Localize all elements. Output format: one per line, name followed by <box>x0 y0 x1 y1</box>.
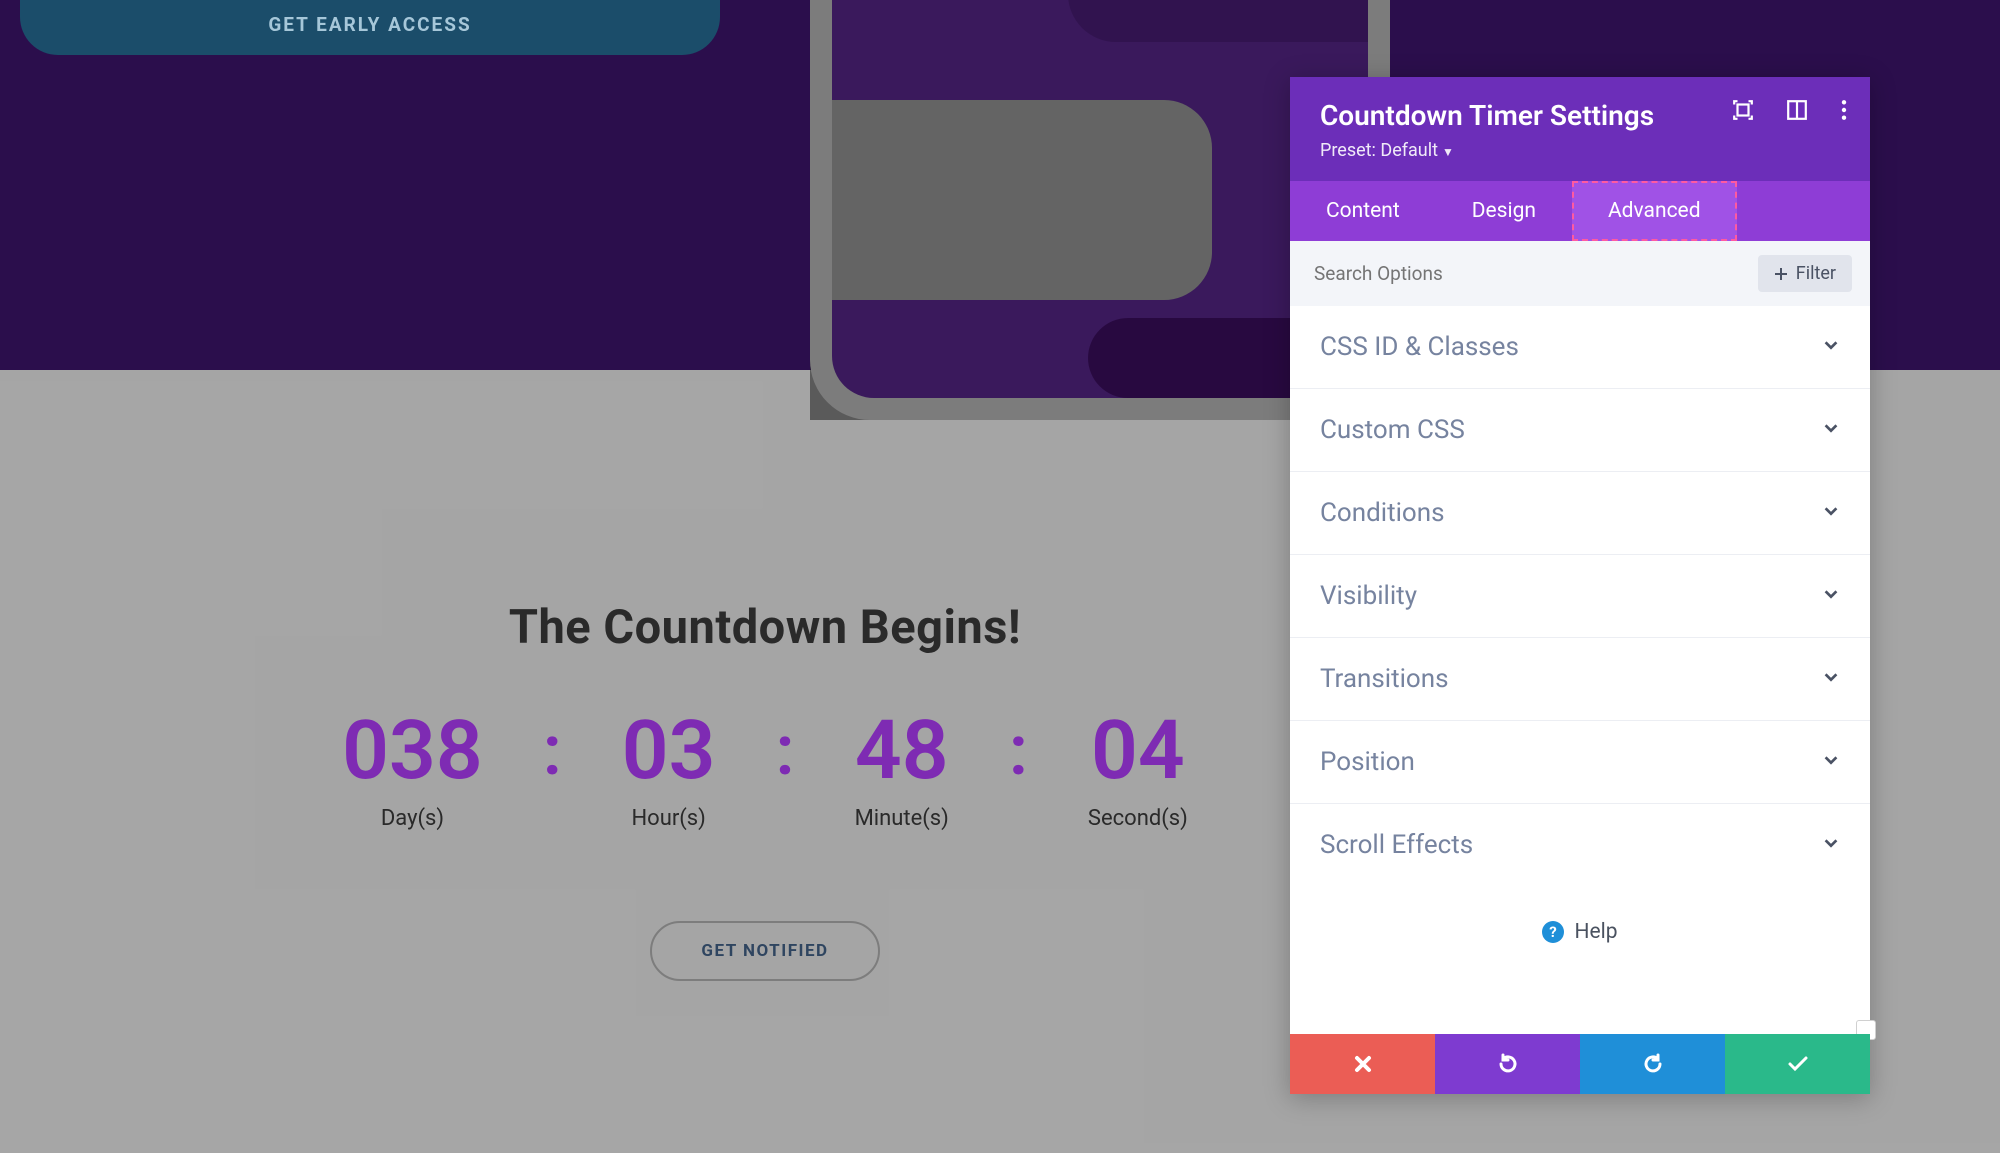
seconds-value: 04 <box>1091 710 1185 792</box>
days-label: Day(s) <box>381 806 444 831</box>
days-value: 038 <box>342 710 483 792</box>
get-notified-button[interactable]: GET NOTIFIED <box>650 921 880 981</box>
option-transitions[interactable]: Transitions <box>1290 638 1870 721</box>
option-label: CSS ID & Classes <box>1320 332 1519 362</box>
options-list: CSS ID & Classes Custom CSS Conditions V… <box>1290 306 1870 886</box>
minutes-value: 48 <box>855 710 949 792</box>
kebab-menu-icon[interactable] <box>1840 99 1848 121</box>
option-visibility[interactable]: Visibility <box>1290 555 1870 638</box>
panel-header[interactable]: Countdown Timer Settings Preset: Default… <box>1290 77 1870 181</box>
option-position[interactable]: Position <box>1290 721 1870 804</box>
preset-selector[interactable]: Preset: Default ▼ <box>1320 140 1840 161</box>
redo-icon <box>1641 1052 1665 1076</box>
option-label: Scroll Effects <box>1320 830 1473 860</box>
save-button[interactable] <box>1725 1034 1870 1094</box>
option-label: Conditions <box>1320 498 1445 528</box>
panel-tabs: Content Design Advanced <box>1290 181 1870 241</box>
settings-panel: Countdown Timer Settings Preset: Default… <box>1290 77 1870 1094</box>
caret-down-icon: ▼ <box>1442 145 1454 159</box>
snap-panel-icon[interactable] <box>1786 99 1808 121</box>
chevron-down-icon <box>1822 585 1840 607</box>
close-icon <box>1353 1054 1373 1074</box>
plus-icon <box>1774 267 1788 281</box>
help-icon: ? <box>1542 921 1564 943</box>
chevron-down-icon <box>1822 751 1840 773</box>
hours-value: 03 <box>622 710 716 792</box>
option-conditions[interactable]: Conditions <box>1290 472 1870 555</box>
get-early-access-button[interactable]: GET EARLY ACCESS <box>20 0 720 55</box>
option-label: Custom CSS <box>1320 415 1465 445</box>
cancel-button[interactable] <box>1290 1034 1435 1094</box>
tab-content[interactable]: Content <box>1290 181 1436 241</box>
chevron-down-icon <box>1822 336 1840 358</box>
panel-footer <box>1290 1034 1870 1094</box>
option-custom-css[interactable]: Custom CSS <box>1290 389 1870 472</box>
undo-button[interactable] <box>1435 1034 1580 1094</box>
redo-button[interactable] <box>1580 1034 1725 1094</box>
expand-icon[interactable] <box>1732 99 1754 121</box>
undo-icon <box>1496 1052 1520 1076</box>
notify-label: GET NOTIFIED <box>701 941 828 961</box>
chevron-down-icon <box>1822 668 1840 690</box>
seconds-label: Second(s) <box>1088 806 1188 831</box>
chevron-down-icon <box>1822 419 1840 441</box>
chevron-down-icon <box>1822 502 1840 524</box>
svg-text:?: ? <box>1550 923 1557 941</box>
preset-label: Preset: Default <box>1320 140 1438 161</box>
separator: : <box>1009 716 1028 786</box>
help-label: Help <box>1574 920 1617 944</box>
option-label: Visibility <box>1320 581 1417 611</box>
separator: : <box>776 716 795 786</box>
option-css-id-classes[interactable]: CSS ID & Classes <box>1290 306 1870 389</box>
check-icon <box>1786 1052 1810 1076</box>
help-button[interactable]: ? Help <box>1290 886 1870 992</box>
minutes-label: Minute(s) <box>855 806 949 831</box>
option-label: Transitions <box>1320 664 1449 694</box>
option-scroll-effects[interactable]: Scroll Effects <box>1290 804 1870 886</box>
separator: : <box>543 716 562 786</box>
filter-label: Filter <box>1796 263 1836 284</box>
chevron-down-icon <box>1822 834 1840 856</box>
search-options-input[interactable] <box>1314 262 1758 285</box>
tab-design[interactable]: Design <box>1436 181 1572 241</box>
tab-advanced[interactable]: Advanced <box>1572 181 1737 241</box>
cta-label: GET EARLY ACCESS <box>268 13 471 36</box>
filter-button[interactable]: Filter <box>1758 255 1852 292</box>
option-label: Position <box>1320 747 1415 777</box>
hours-label: Hour(s) <box>631 806 705 831</box>
search-row: Filter <box>1290 241 1870 306</box>
